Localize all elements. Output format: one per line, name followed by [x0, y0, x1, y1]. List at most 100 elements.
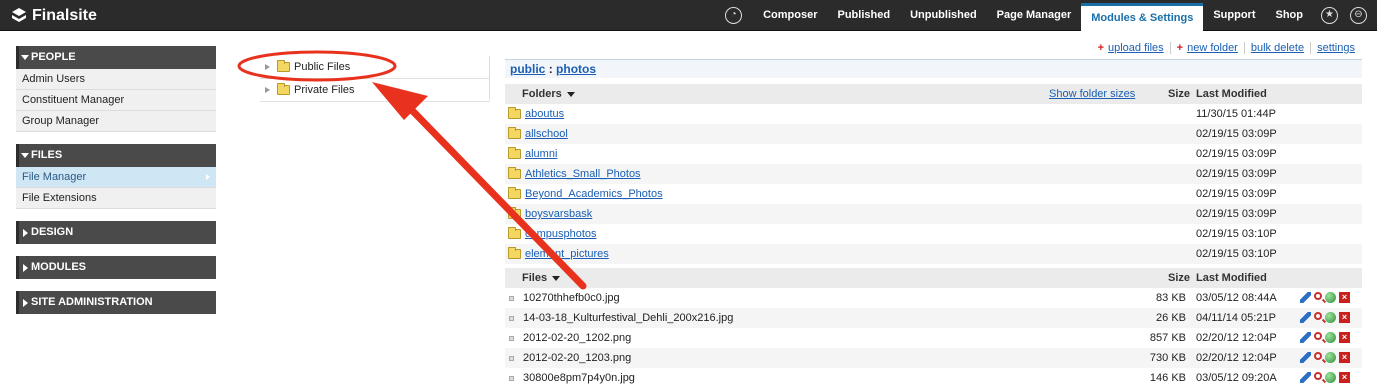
file-size-cell: 857 KB	[1149, 332, 1186, 344]
globe-icon[interactable]	[1325, 292, 1336, 303]
folder-row[interactable]: aboutus 11/30/15 01:44P	[505, 104, 1362, 124]
folder-icon	[508, 127, 521, 139]
nav-composer[interactable]: Composer	[753, 0, 827, 31]
sidebar-section-site-administration[interactable]: SITE ADMINISTRATION	[16, 291, 216, 314]
settings-link[interactable]: settings	[1317, 42, 1355, 54]
expand-arrow-icon[interactable]	[265, 87, 270, 93]
globe-icon[interactable]	[1325, 352, 1336, 363]
nav-modules-settings[interactable]: Modules & Settings	[1081, 3, 1204, 31]
delete-icon[interactable]: ×	[1339, 312, 1350, 323]
last-modified-column-header[interactable]: Last Modified	[1196, 272, 1267, 284]
sidebar-section-design[interactable]: DESIGN	[16, 221, 216, 244]
last-modified-column-header[interactable]: Last Modified	[1196, 88, 1267, 100]
magnifier-icon[interactable]	[1314, 372, 1322, 380]
dashboard-icon[interactable]: ◔	[725, 7, 743, 24]
folder-link[interactable]: campusphotos	[525, 228, 597, 240]
file-row[interactable]: 2012-02-20_1202.png 857 KB 02/20/12 12:04P…	[505, 328, 1362, 348]
delete-icon[interactable]: ×	[1339, 292, 1350, 303]
file-name-cell: 10270thhefb0c0.jpg	[505, 292, 620, 304]
edit-pencil-icon[interactable]	[1300, 372, 1311, 383]
nav-shop[interactable]: Shop	[1266, 0, 1314, 31]
sidebar-item-file-extensions[interactable]: File Extensions	[16, 188, 216, 209]
folder-link[interactable]: aboutus	[525, 108, 564, 120]
expand-arrow-icon[interactable]	[265, 64, 270, 70]
file-listing: public : photos Folders Show folder size…	[505, 59, 1362, 388]
sidebar-section-modules[interactable]: MODULES	[16, 256, 216, 279]
delete-icon[interactable]: ×	[1339, 372, 1350, 383]
bulk-delete-action: bulk delete	[1245, 42, 1312, 54]
folder-row[interactable]: alumni 02/19/15 03:09P	[505, 144, 1362, 164]
delete-icon[interactable]: ×	[1339, 352, 1350, 363]
file-rows: 10270thhefb0c0.jpg 83 KB 03/05/12 08:44A × 1…	[505, 288, 1362, 388]
folder-link[interactable]: boysvarsbask	[525, 208, 592, 220]
folder-link[interactable]: Athletics_Small_Photos	[525, 168, 641, 180]
file-name[interactable]: 2012-02-20_1203.png	[523, 352, 631, 364]
nav-page-manager[interactable]: Page Manager	[987, 0, 1082, 31]
last-modified-cell: 02/19/15 03:09P	[1196, 168, 1277, 180]
sidebar-item-admin-users[interactable]: Admin Users	[16, 69, 216, 90]
edit-pencil-icon[interactable]	[1300, 292, 1311, 303]
globe-icon[interactable]	[1325, 312, 1336, 323]
file-row[interactable]: 2012-02-20_1203.png 730 KB 02/20/12 12:04P…	[505, 348, 1362, 368]
folder-row[interactable]: element_pictures 02/19/15 03:10P	[505, 244, 1362, 264]
magnifier-icon[interactable]	[1314, 332, 1322, 340]
sidebar-item-group-manager[interactable]: Group Manager	[16, 111, 216, 132]
breadcrumb: public : photos	[505, 59, 1362, 78]
folder-link[interactable]: element_pictures	[525, 248, 609, 260]
sort-caret-icon[interactable]	[552, 275, 561, 281]
last-modified-cell: 04/11/14 05:21P	[1196, 312, 1276, 324]
globe-icon[interactable]	[1325, 372, 1336, 383]
file-row[interactable]: 10270thhefb0c0.jpg 83 KB 03/05/12 08:44A ×	[505, 288, 1362, 308]
breadcrumb-root[interactable]: public	[510, 62, 545, 76]
tree-item-private-files[interactable]: Private Files	[260, 79, 490, 102]
magnifier-icon[interactable]	[1314, 312, 1322, 320]
edit-pencil-icon[interactable]	[1300, 352, 1311, 363]
magnifier-icon[interactable]	[1314, 292, 1322, 300]
last-modified-cell: 02/19/15 03:09P	[1196, 188, 1277, 200]
file-name[interactable]: 10270thhefb0c0.jpg	[523, 292, 620, 304]
folders-sort-header[interactable]: Folders	[505, 88, 575, 100]
edit-pencil-icon[interactable]	[1300, 332, 1311, 343]
file-name[interactable]: 2012-02-20_1202.png	[523, 332, 631, 344]
bulk-delete-link[interactable]: bulk delete	[1251, 42, 1304, 54]
nav-unpublished[interactable]: Unpublished	[900, 0, 987, 31]
folder-icon	[508, 207, 521, 219]
last-modified-cell: 02/20/12 12:04P	[1196, 332, 1277, 344]
sidebar-section-files[interactable]: FILES	[16, 144, 216, 167]
sidebar-item-constituent-manager[interactable]: Constituent Manager	[16, 90, 216, 111]
lock-icon[interactable]: ⊖	[1350, 7, 1367, 24]
sort-caret-icon[interactable]	[566, 91, 575, 97]
sidebar-section-people[interactable]: PEOPLE	[16, 46, 216, 69]
upload-files-link[interactable]: upload files	[1108, 42, 1164, 54]
folder-link[interactable]: Beyond_Academics_Photos	[525, 188, 663, 200]
folder-link[interactable]: allschool	[525, 128, 568, 140]
delete-icon[interactable]: ×	[1339, 332, 1350, 343]
magnifier-icon[interactable]	[1314, 352, 1322, 360]
folder-row[interactable]: Beyond_Academics_Photos 02/19/15 03:09P	[505, 184, 1362, 204]
file-row[interactable]: 30800e8pm7p4y0n.jpg 146 KB 03/05/12 09:20A…	[505, 368, 1362, 388]
folder-row[interactable]: Athletics_Small_Photos 02/19/15 03:09P	[505, 164, 1362, 184]
file-row-actions: ×	[1300, 372, 1350, 383]
star-icon[interactable]: ★	[1321, 7, 1338, 24]
file-row[interactable]: 14-03-18_Kulturfestival_Dehli_200x216.jp…	[505, 308, 1362, 328]
finalsite-logo[interactable]: Finalsite	[10, 6, 97, 26]
breadcrumb-current[interactable]: photos	[556, 62, 596, 76]
tree-item-public-files[interactable]: Public Files	[260, 56, 490, 79]
file-name[interactable]: 14-03-18_Kulturfestival_Dehli_200x216.jp…	[523, 312, 733, 324]
folder-row[interactable]: allschool 02/19/15 03:09P	[505, 124, 1362, 144]
globe-icon[interactable]	[1325, 332, 1336, 343]
folder-link[interactable]: alumni	[525, 148, 557, 160]
folder-name-cell: Beyond_Academics_Photos	[505, 187, 663, 200]
settings-action: settings	[1311, 42, 1355, 54]
sidebar-item-file-manager[interactable]: File Manager	[16, 167, 216, 188]
new-folder-link[interactable]: new folder	[1187, 42, 1238, 54]
nav-support[interactable]: Support	[1203, 0, 1265, 31]
folder-row[interactable]: campusphotos 02/19/15 03:10P	[505, 224, 1362, 244]
folder-icon	[508, 167, 521, 179]
edit-pencil-icon[interactable]	[1300, 312, 1311, 323]
file-name[interactable]: 30800e8pm7p4y0n.jpg	[523, 372, 635, 384]
files-sort-header[interactable]: Files	[505, 272, 561, 284]
folder-row[interactable]: boysvarsbask 02/19/15 03:09P	[505, 204, 1362, 224]
folder-name-cell: element_pictures	[505, 247, 609, 260]
nav-published[interactable]: Published	[828, 0, 901, 31]
